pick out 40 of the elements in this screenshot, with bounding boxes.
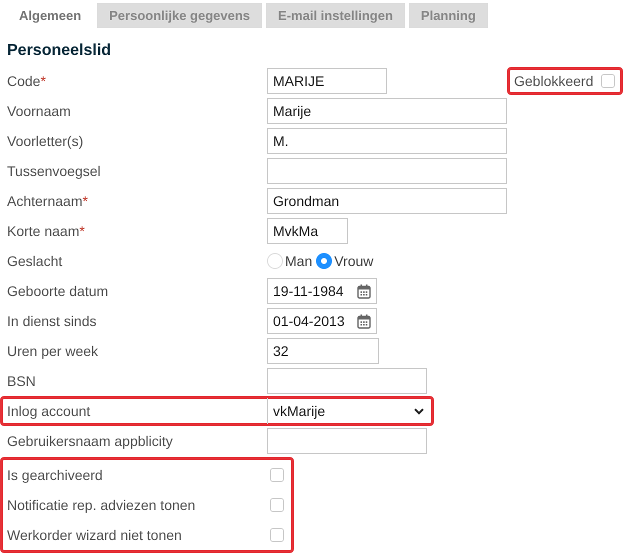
dropdown[interactable]: vkMarije	[267, 398, 429, 424]
section-title: Personeelslid	[7, 42, 112, 61]
field-label: Inlog account	[7, 403, 92, 419]
field-label: Code*	[7, 73, 47, 89]
field-label: Gebruikersnaam appblicity	[7, 433, 174, 449]
field-label: Uren per week	[7, 343, 100, 359]
date-field[interactable]: 01-04-2013	[267, 308, 377, 334]
input-field[interactable]	[267, 158, 507, 184]
chevron-down-icon	[414, 408, 424, 414]
checkbox-label: Werkorder wizard niet tonen	[7, 527, 183, 543]
input-field[interactable]: MARIJE	[267, 68, 387, 94]
field-label: Voorletter(s)	[7, 133, 84, 149]
checkbox[interactable]	[270, 528, 284, 542]
field-label: BSN	[7, 373, 37, 389]
input-field[interactable]	[267, 428, 427, 454]
radio-label[interactable]: Man	[285, 253, 312, 269]
field-label: Achternaam*	[7, 193, 89, 209]
input-field[interactable]: 32	[267, 338, 379, 364]
input-field[interactable]: Grondman	[267, 188, 507, 214]
radio-label[interactable]: Vrouw	[334, 253, 374, 269]
checkbox-label: Notificatie rep. adviezen tonen	[7, 497, 196, 513]
radio-button[interactable]	[316, 253, 332, 269]
input-field[interactable]: MvkMa	[267, 218, 348, 244]
input-field[interactable]: M.	[267, 128, 507, 154]
field-label: Geslacht	[7, 253, 64, 269]
calendar-icon[interactable]	[357, 314, 371, 328]
input-field[interactable]	[267, 368, 427, 394]
input-field[interactable]: Marije	[267, 98, 507, 124]
checkbox-label: Is gearchiveerd	[7, 467, 104, 483]
calendar-icon[interactable]	[357, 284, 371, 298]
date-field[interactable]: 19-11-1984	[267, 278, 377, 304]
checkbox[interactable]	[601, 74, 616, 88]
field-label: In dienst sinds	[7, 313, 98, 329]
checkbox[interactable]	[270, 468, 284, 482]
field-label: Tussenvoegsel	[7, 163, 102, 179]
field-label: Voornaam	[7, 103, 72, 119]
field-label: Korte naam*	[7, 223, 86, 239]
checkbox-label: Geblokkeerd	[514, 73, 594, 89]
field-label: Geboorte datum	[7, 283, 110, 299]
checkbox[interactable]	[270, 498, 284, 512]
